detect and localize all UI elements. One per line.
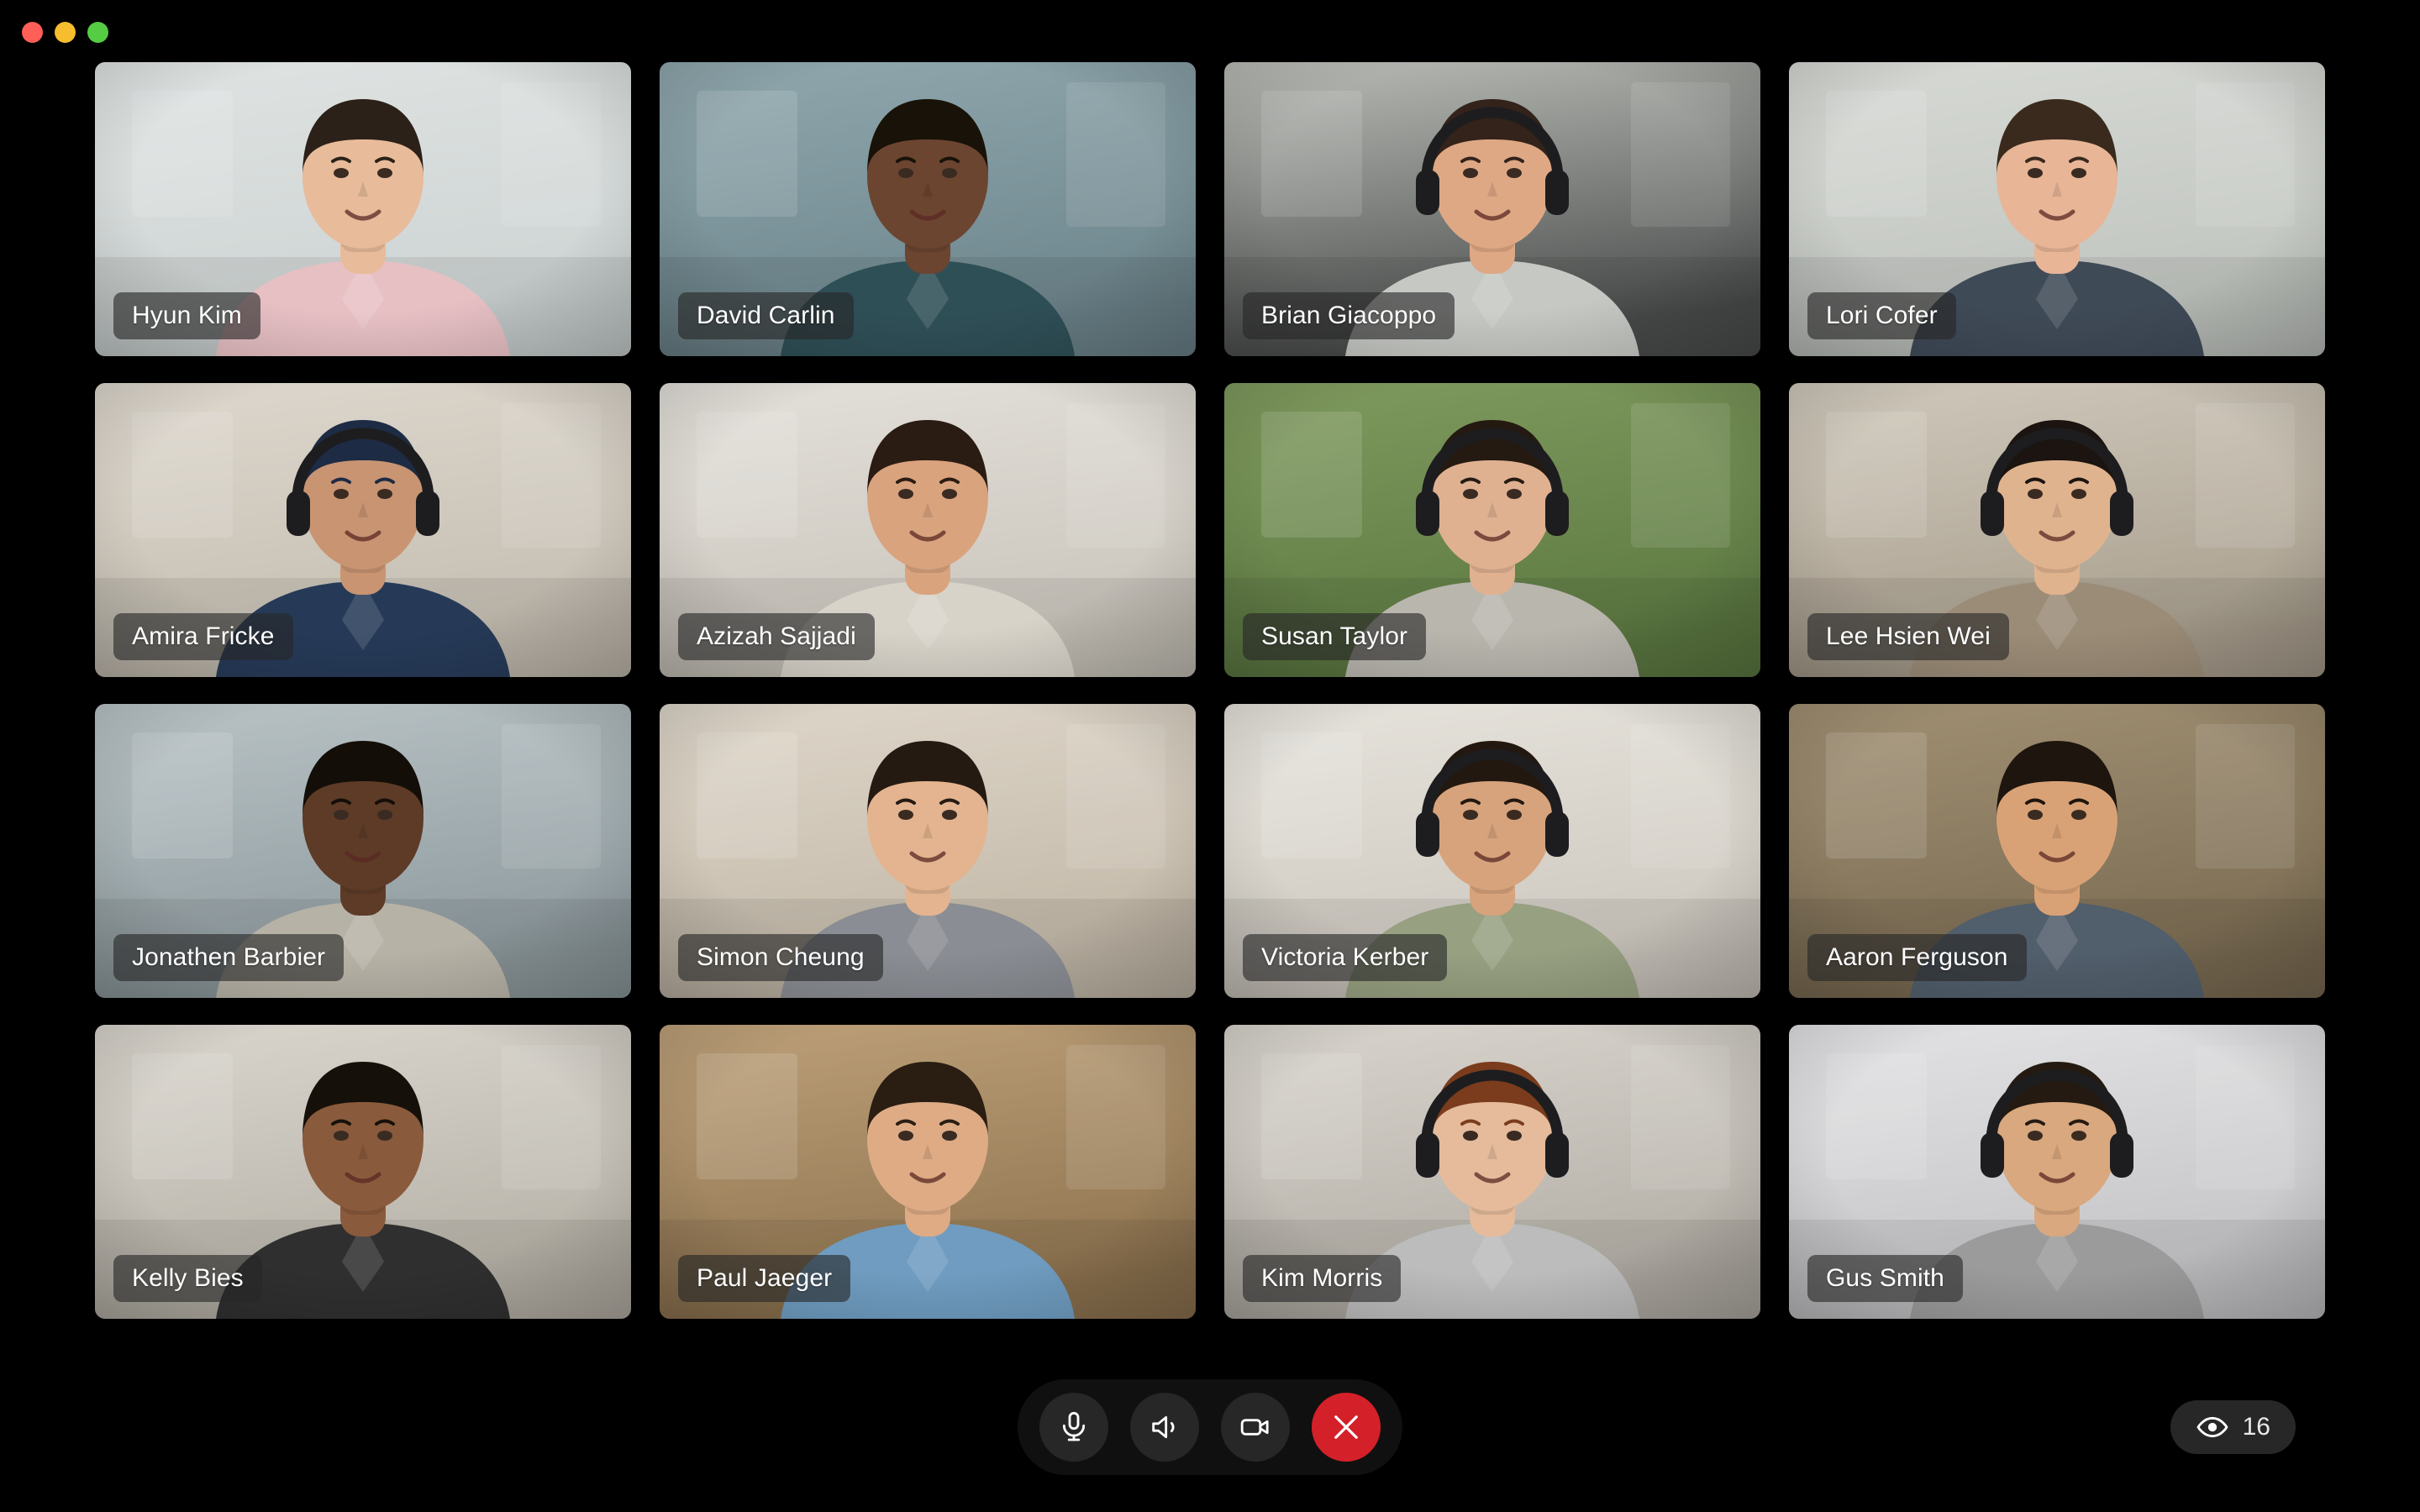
- video-camera-icon: [1239, 1410, 1272, 1444]
- close-icon: [1328, 1410, 1364, 1445]
- participant-tile[interactable]: Kim Morris: [1224, 1025, 1760, 1319]
- participant-grid: Hyun Kim David Carlin Brian Giacoppo Lori C…: [95, 62, 2325, 1319]
- participant-name-label: Paul Jaeger: [678, 1255, 851, 1302]
- participant-name-label: Amira Fricke: [113, 613, 293, 660]
- participant-tile[interactable]: Gus Smith: [1789, 1025, 2325, 1319]
- participant-name-label: Aaron Ferguson: [1807, 934, 2027, 981]
- window-close-button[interactable]: [22, 21, 43, 43]
- speaker-icon: [1148, 1410, 1181, 1444]
- viewer-count-value: 16: [2242, 1413, 2270, 1441]
- participant-name-label: Kelly Bies: [113, 1255, 262, 1302]
- viewer-count-badge[interactable]: 16: [2170, 1400, 2296, 1454]
- participant-tile[interactable]: Azizah Sajjadi: [660, 383, 1196, 677]
- participant-name-label: Jonathen Barbier: [113, 934, 345, 981]
- video-call-window: Hyun Kim David Carlin Brian Giacoppo Lori C…: [0, 0, 2420, 1512]
- participant-tile[interactable]: Brian Giacoppo: [1224, 62, 1760, 356]
- camera-button[interactable]: [1221, 1393, 1290, 1462]
- participant-tile[interactable]: Jonathen Barbier: [95, 704, 631, 998]
- participant-name-label: Lori Cofer: [1807, 292, 1956, 339]
- window-titlebar: [0, 0, 2420, 64]
- participant-tile[interactable]: Amira Fricke: [95, 383, 631, 677]
- participant-tile[interactable]: Lori Cofer: [1789, 62, 2325, 356]
- control-cluster: [1018, 1379, 1402, 1475]
- participant-name-label: Brian Giacoppo: [1243, 292, 1455, 339]
- end-call-button[interactable]: [1312, 1393, 1381, 1462]
- speaker-button[interactable]: [1130, 1393, 1199, 1462]
- participant-tile[interactable]: Lee Hsien Wei: [1789, 383, 2325, 677]
- participant-tile[interactable]: Aaron Ferguson: [1789, 704, 2325, 998]
- participant-name-label: Victoria Kerber: [1243, 934, 1448, 981]
- participant-tile[interactable]: Susan Taylor: [1224, 383, 1760, 677]
- participant-name-label: Hyun Kim: [113, 292, 260, 339]
- participant-tile[interactable]: Paul Jaeger: [660, 1025, 1196, 1319]
- participant-name-label: Simon Cheung: [678, 934, 883, 981]
- eye-icon: [2196, 1410, 2229, 1444]
- microphone-icon: [1057, 1410, 1091, 1444]
- participant-tile[interactable]: Hyun Kim: [95, 62, 631, 356]
- participant-tile[interactable]: Simon Cheung: [660, 704, 1196, 998]
- window-zoom-button[interactable]: [87, 21, 108, 43]
- call-control-bar: 16: [0, 1342, 2420, 1512]
- participant-tile[interactable]: Kelly Bies: [95, 1025, 631, 1319]
- participant-name-label: David Carlin: [678, 292, 854, 339]
- microphone-button[interactable]: [1039, 1393, 1108, 1462]
- participant-tile[interactable]: David Carlin: [660, 62, 1196, 356]
- participant-name-label: Lee Hsien Wei: [1807, 613, 2009, 660]
- participant-name-label: Susan Taylor: [1243, 613, 1427, 660]
- participant-tile[interactable]: Victoria Kerber: [1224, 704, 1760, 998]
- participant-name-label: Kim Morris: [1243, 1255, 1402, 1302]
- participant-name-label: Azizah Sajjadi: [678, 613, 875, 660]
- participant-name-label: Gus Smith: [1807, 1255, 1963, 1302]
- window-minimize-button[interactable]: [55, 21, 76, 43]
